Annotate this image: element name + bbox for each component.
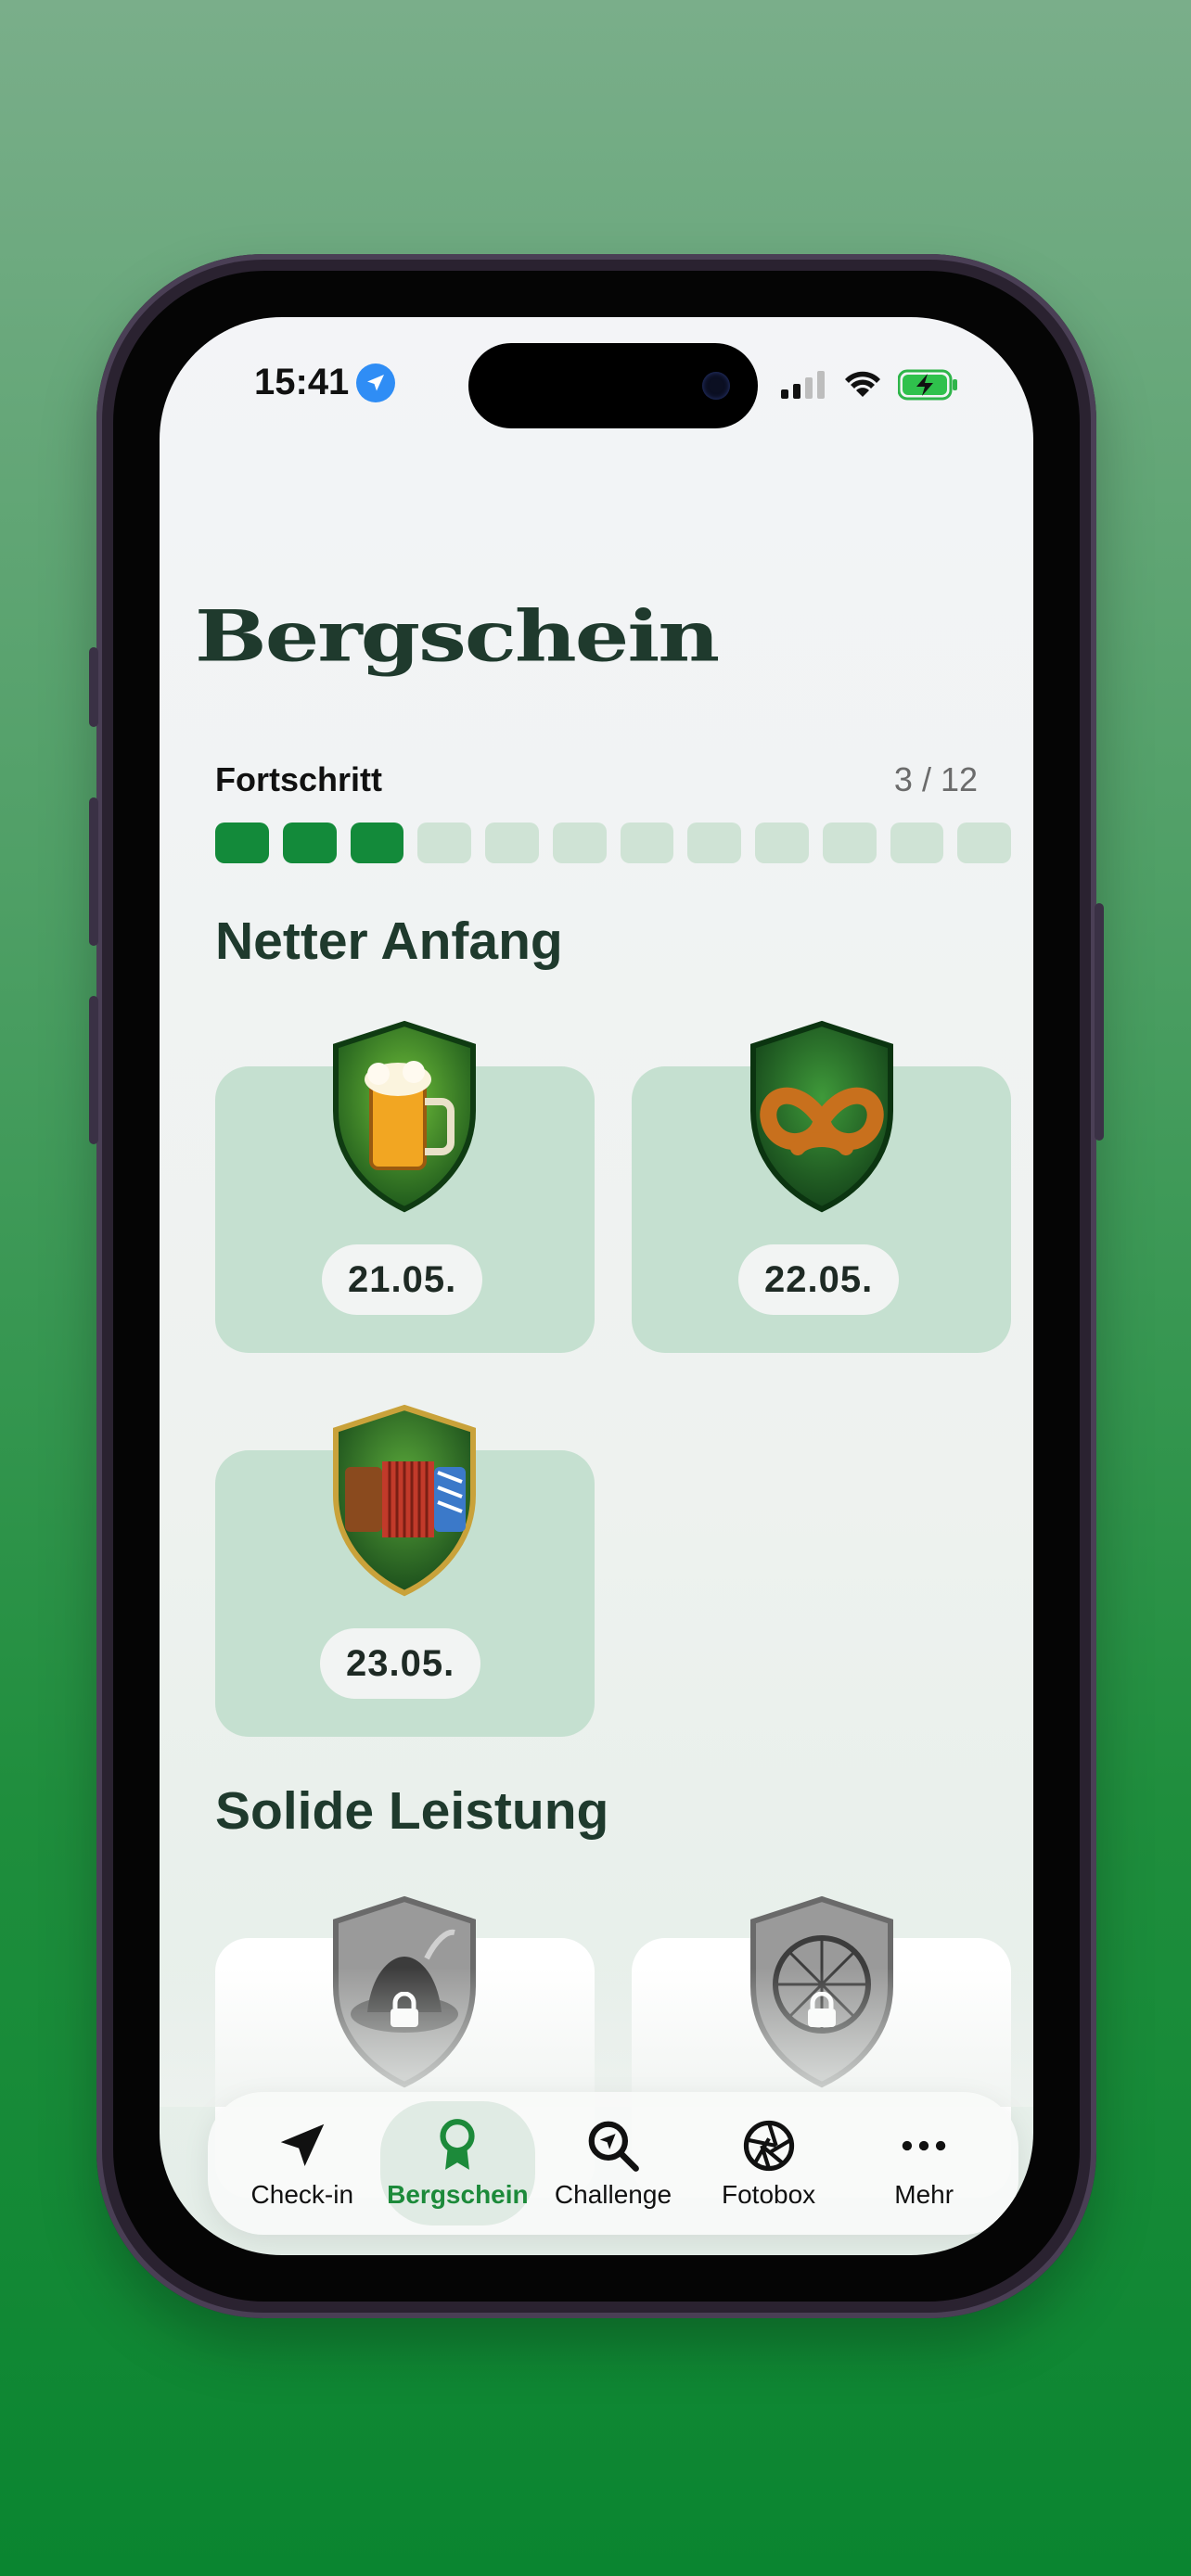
action-button (89, 647, 98, 727)
progress-segment (282, 823, 337, 863)
tab-bar: Check-in Bergschein Challenge Fotobox Me… (208, 2092, 1018, 2235)
progress-bar (215, 823, 1011, 863)
tab-label: Fotobox (721, 2180, 816, 2209)
tab-fotobox[interactable]: Fotobox (691, 2101, 847, 2225)
section-title-solide-leistung: Solide Leistung (215, 1781, 609, 1841)
progress-count: 3 / 12 (893, 760, 978, 798)
volume-up-button (89, 797, 98, 946)
section-title-netter-anfang: Netter Anfang (215, 912, 563, 971)
tab-mehr[interactable]: Mehr (846, 2101, 1002, 2225)
progress-segment (350, 823, 404, 863)
badge-date: 22.05. (738, 1244, 900, 1315)
accordion-badge-icon (333, 1404, 476, 1597)
phone-bezel: 15:41 Bergschein Fortschritt 3 / 12 Nett… (113, 271, 1080, 2302)
progress-segment (890, 823, 944, 863)
badge-date: 23.05. (320, 1628, 481, 1699)
progress-label: Fortschritt (215, 760, 382, 798)
location-active-icon (356, 363, 396, 402)
location-arrow-icon (280, 2123, 325, 2166)
progress-segment (687, 823, 741, 863)
front-camera (702, 372, 730, 400)
progress-segment (620, 823, 674, 863)
ellipsis-icon (902, 2140, 946, 2151)
magnifier-arrow-icon (588, 2121, 639, 2172)
badge-date: 21.05. (322, 1244, 483, 1315)
volume-down-button (89, 996, 98, 1144)
progress-segment (485, 823, 539, 863)
tab-challenge[interactable]: Challenge (535, 2101, 691, 2225)
power-button (1095, 903, 1104, 1141)
cellular-signal-icon (781, 371, 825, 399)
app-screen: 15:41 Bergschein Fortschritt 3 / 12 Nett… (160, 317, 1033, 2255)
tab-bergschein[interactable]: Bergschein (379, 2101, 536, 2225)
progress-segment (417, 823, 471, 863)
dynamic-island (468, 343, 758, 428)
progress-segment (957, 823, 1011, 863)
progress-segment (755, 823, 809, 863)
progress-segment (822, 823, 877, 863)
tab-label: Check-in (250, 2180, 354, 2209)
progress-segment (215, 823, 269, 863)
pretzel-badge-icon (750, 1020, 893, 1213)
status-time: 15:41 (254, 362, 396, 403)
time-label: 15:41 (254, 362, 350, 402)
tab-label: Bergschein (387, 2180, 529, 2209)
beer-mug-badge-icon (333, 1020, 476, 1213)
tab-label: Challenge (554, 2180, 672, 2209)
battery-charging-icon (898, 369, 957, 401)
tab-label: Mehr (894, 2180, 954, 2209)
wifi-icon (845, 371, 880, 397)
scroll-fade (160, 1968, 1033, 2107)
page-title: Bergschein (195, 595, 720, 678)
status-indicators (781, 369, 959, 401)
phone-frame: 15:41 Bergschein Fortschritt 3 / 12 Nett… (89, 254, 1104, 2318)
camera-aperture-icon (743, 2120, 794, 2172)
award-ribbon-icon (440, 2119, 475, 2170)
progress-segment (552, 823, 607, 863)
tab-check-in[interactable]: Check-in (224, 2101, 380, 2225)
